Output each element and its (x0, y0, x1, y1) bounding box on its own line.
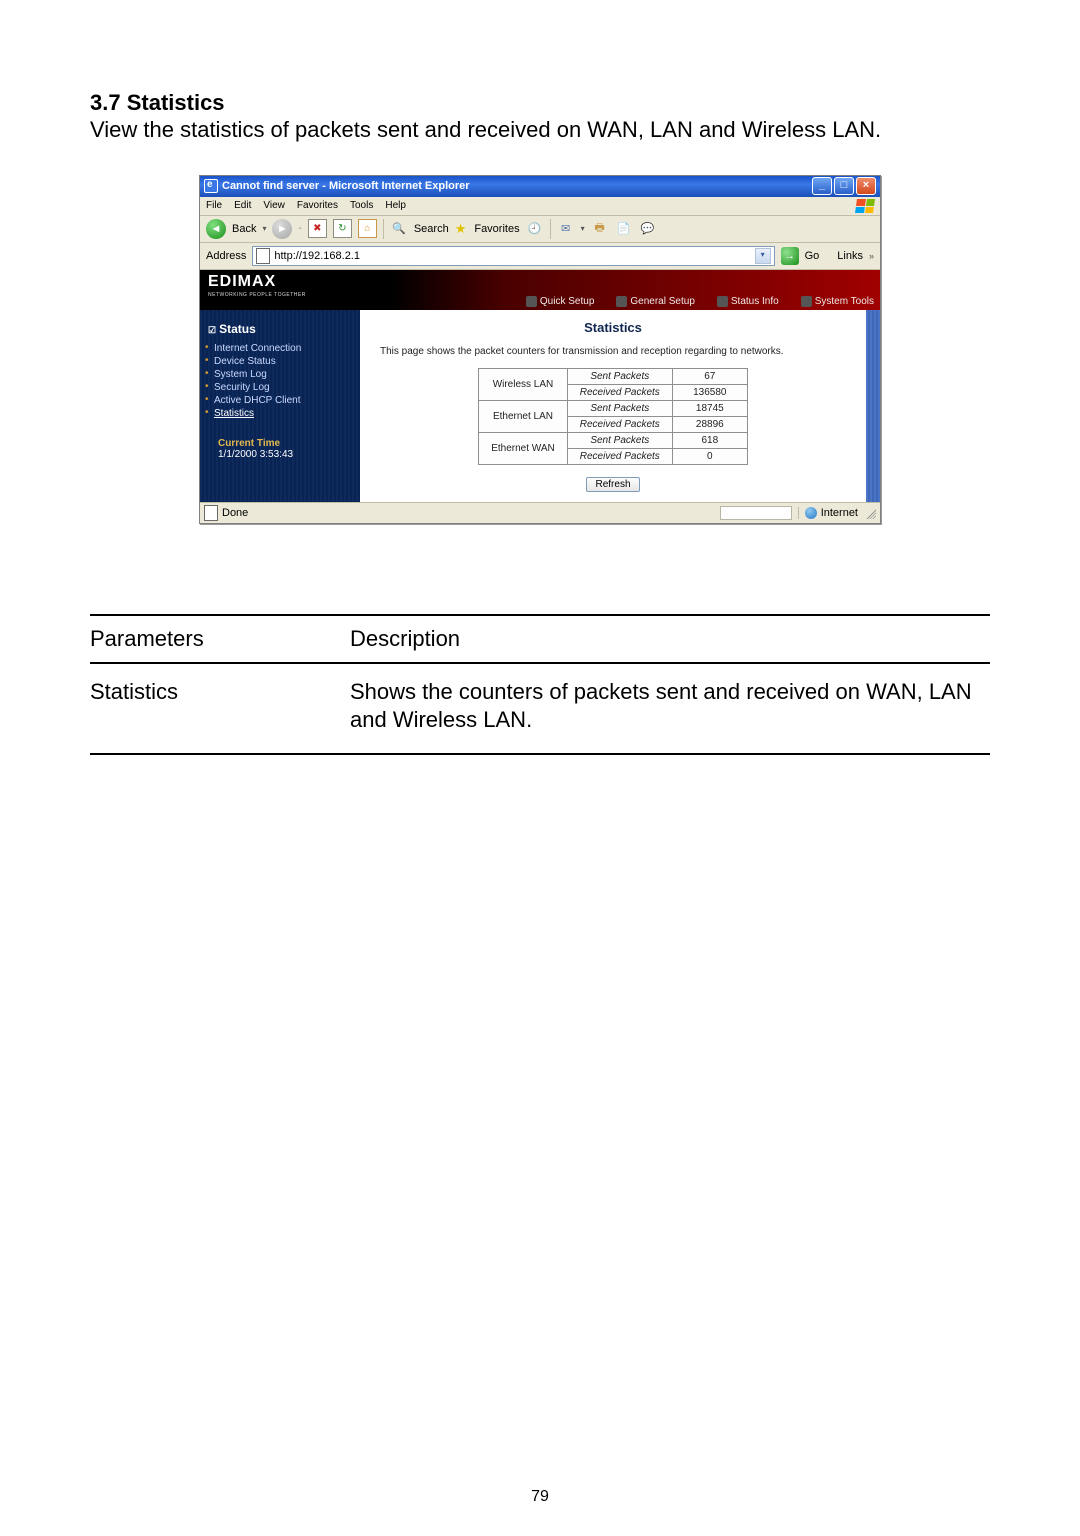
sidebar-item-internet-connection[interactable]: Internet Connection (214, 342, 354, 355)
toolbar: ◄ Back ▾ ► - ✖ ↻ ⌂ 🔍 Search ★ Favorites … (200, 216, 880, 243)
router-logo: EDIMAX (208, 273, 276, 291)
sent-value: 18745 (672, 400, 747, 416)
router-logo-subtitle: NETWORKING PEOPLE TOGETHER (208, 292, 306, 298)
menu-favorites[interactable]: Favorites (297, 200, 338, 211)
sent-label: Sent Packets (567, 400, 672, 416)
windows-logo-icon (855, 199, 875, 213)
right-decor-stripe (866, 310, 880, 502)
sent-label: Sent Packets (567, 432, 672, 448)
sidebar-current-time-value: 1/1/2000 3:53:43 (200, 449, 360, 468)
discuss-icon[interactable]: 💬 (639, 220, 657, 238)
sidebar-item-statistics[interactable]: Statistics (214, 407, 354, 420)
sent-value: 618 (672, 432, 747, 448)
iface-wireless-lan: Wireless LAN (479, 368, 568, 400)
router-main-panel: Statistics This page shows the packet co… (360, 310, 866, 502)
page-number: 79 (0, 1488, 1080, 1506)
menu-tools[interactable]: Tools (350, 200, 373, 211)
table-row: Ethernet LAN Sent Packets 18745 (479, 400, 748, 416)
tab-general-setup[interactable]: General Setup (616, 296, 695, 307)
recv-value: 136580 (672, 384, 747, 400)
sent-value: 67 (672, 368, 747, 384)
address-input[interactable]: http://192.168.2.1 ▾ (252, 246, 774, 266)
search-label[interactable]: Search (414, 223, 449, 235)
status-progress (720, 506, 792, 520)
edit-icon[interactable]: 📄 (615, 220, 633, 238)
page-icon (256, 248, 270, 264)
go-label[interactable]: Go (805, 250, 820, 262)
window-title: Cannot find server - Microsoft Internet … (222, 180, 812, 192)
menu-help[interactable]: Help (385, 200, 406, 211)
status-bar: Done Internet (200, 502, 880, 523)
address-label: Address (206, 250, 246, 262)
recv-label: Received Packets (567, 448, 672, 464)
section-intro: View the statistics of packets sent and … (90, 116, 990, 145)
back-label[interactable]: Back (232, 223, 256, 235)
menu-bar: File Edit View Favorites Tools Help (200, 197, 880, 216)
forward-button[interactable]: ► (272, 219, 292, 239)
desc-header: Description (350, 615, 990, 663)
refresh-button[interactable]: Refresh (586, 477, 639, 492)
maximize-button[interactable]: □ (834, 177, 854, 195)
menu-file[interactable]: File (206, 200, 222, 211)
address-url: http://192.168.2.1 (274, 250, 360, 262)
tab-quick-setup[interactable]: Quick Setup (526, 296, 594, 307)
links-label[interactable]: Links (837, 250, 863, 262)
menu-view[interactable]: View (263, 200, 285, 211)
sidebar-item-security-log[interactable]: Security Log (214, 381, 354, 394)
back-button[interactable]: ◄ (206, 219, 226, 239)
param-header: Parameters (90, 615, 350, 663)
param-desc: Shows the counters of packets sent and r… (350, 663, 990, 754)
router-banner: EDIMAX NETWORKING PEOPLE TOGETHER Quick … (200, 270, 880, 310)
panel-title: Statistics (380, 320, 846, 335)
ie-icon (204, 179, 218, 193)
status-text: Done (222, 507, 248, 519)
browser-screenshot: Cannot find server - Microsoft Internet … (199, 175, 881, 524)
window-titlebar: Cannot find server - Microsoft Internet … (200, 176, 880, 197)
parameters-table: Parameters Description Statistics Shows … (90, 614, 990, 755)
go-button[interactable]: → (781, 247, 799, 265)
iface-ethernet-wan: Ethernet WAN (479, 432, 568, 464)
home-button[interactable]: ⌂ (358, 219, 377, 238)
sidebar-title: ☑Status (200, 320, 360, 342)
close-button[interactable]: × (856, 177, 876, 195)
sidebar-item-system-log[interactable]: System Log (214, 368, 354, 381)
internet-zone-icon (805, 507, 817, 519)
stop-button[interactable]: ✖ (308, 219, 327, 238)
links-chevron-icon[interactable]: » (869, 251, 874, 261)
search-icon[interactable]: 🔍 (390, 220, 408, 238)
sent-label: Sent Packets (567, 368, 672, 384)
print-icon[interactable]: 🖶 (591, 220, 609, 238)
mail-icon[interactable]: ✉ (557, 220, 575, 238)
address-bar: Address http://192.168.2.1 ▾ → Go Links … (200, 243, 880, 270)
recv-value: 0 (672, 448, 747, 464)
table-row: Statistics Shows the counters of packets… (90, 663, 990, 754)
status-page-icon (204, 505, 218, 521)
sidebar-item-device-status[interactable]: Device Status (214, 355, 354, 368)
internet-zone-label: Internet (821, 507, 858, 519)
tab-status-info[interactable]: Status Info (717, 296, 779, 307)
favorites-label[interactable]: Favorites (474, 223, 519, 235)
section-heading: 3.7 Statistics (90, 90, 990, 116)
minimize-button[interactable]: _ (812, 177, 832, 195)
recv-value: 28896 (672, 416, 747, 432)
router-sidebar: ☑Status Internet Connection Device Statu… (200, 310, 360, 502)
refresh-button[interactable]: ↻ (333, 219, 352, 238)
tab-system-tools[interactable]: System Tools (801, 296, 874, 307)
table-row: Wireless LAN Sent Packets 67 (479, 368, 748, 384)
address-dropdown[interactable]: ▾ (755, 248, 771, 264)
recv-label: Received Packets (567, 416, 672, 432)
menu-edit[interactable]: Edit (234, 200, 251, 211)
statistics-table: Wireless LAN Sent Packets 67 Received Pa… (478, 368, 748, 465)
favorites-icon[interactable]: ★ (455, 221, 467, 237)
sidebar-current-time-label: Current Time (200, 430, 360, 449)
table-row: Ethernet WAN Sent Packets 618 (479, 432, 748, 448)
resize-grip-icon[interactable] (864, 507, 876, 519)
iface-ethernet-lan: Ethernet LAN (479, 400, 568, 432)
param-name: Statistics (90, 663, 350, 754)
recv-label: Received Packets (567, 384, 672, 400)
history-icon[interactable]: 🕘 (526, 220, 544, 238)
sidebar-item-active-dhcp-client[interactable]: Active DHCP Client (214, 394, 354, 407)
panel-description: This page shows the packet counters for … (380, 345, 846, 358)
